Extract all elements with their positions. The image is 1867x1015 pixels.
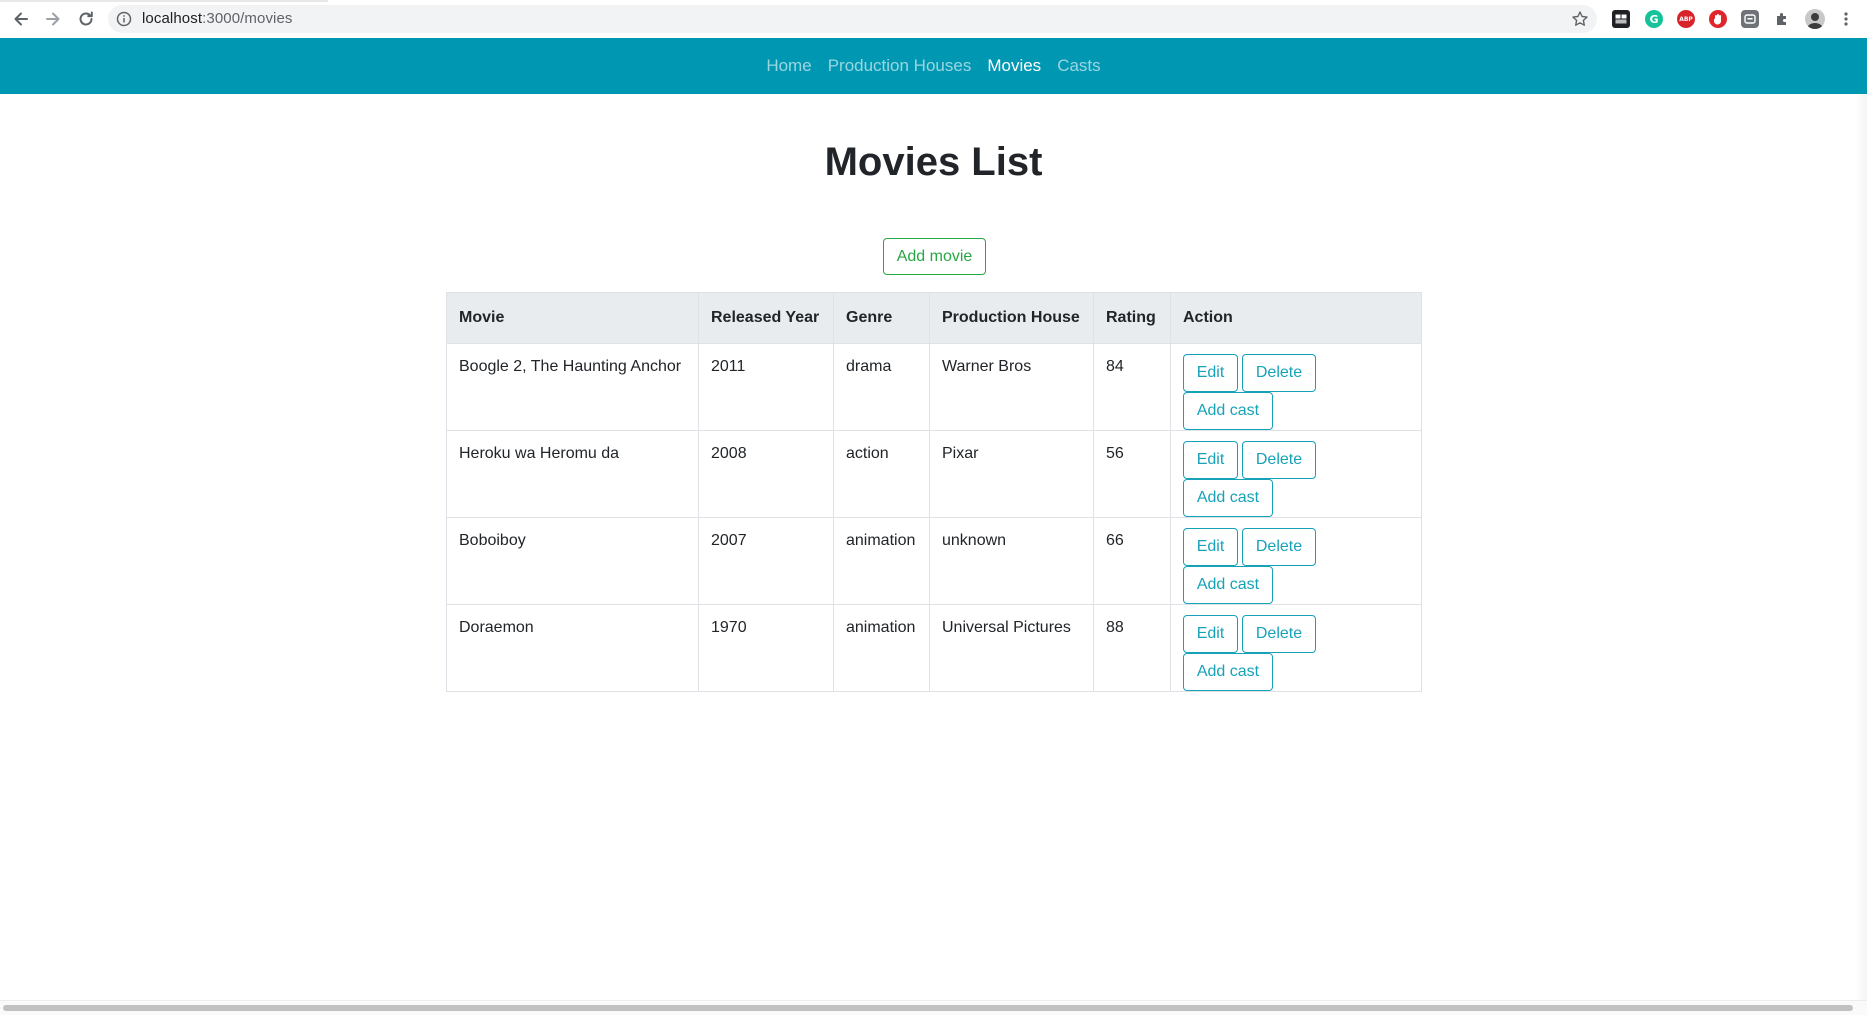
delete-button[interactable]: Delete <box>1242 615 1316 653</box>
cell-production-house: Universal Pictures <box>929 604 1094 692</box>
table-header-row: Movie Released Year Genre Production Hou… <box>446 292 1422 344</box>
extensions-puzzle-icon[interactable] <box>1773 10 1791 28</box>
table-row: Boboiboy 2007 animation unknown 66 Edit D… <box>446 517 1422 605</box>
adblock-label: ABP <box>1679 15 1693 23</box>
back-icon[interactable] <box>9 7 33 31</box>
profile-avatar-icon[interactable] <box>1805 9 1825 29</box>
nav-casts[interactable]: Casts <box>1049 56 1108 76</box>
cell-genre: animation <box>833 517 930 605</box>
header-action: Action <box>1170 292 1422 344</box>
cell-genre: animation <box>833 604 930 692</box>
add-movie-button[interactable]: Add movie <box>883 238 986 275</box>
main-navbar: Home Production Houses Movies Casts <box>0 38 1867 94</box>
edit-button[interactable]: Edit <box>1183 441 1238 479</box>
nav-production-houses[interactable]: Production Houses <box>820 56 980 76</box>
cell-actions: Edit DeleteAdd cast <box>1170 343 1422 431</box>
horizontal-scrollbar[interactable] <box>0 1000 1867 1015</box>
cell-year: 2008 <box>698 430 834 518</box>
address-bar[interactable]: localhost:3000/movies <box>108 5 1597 33</box>
add-cast-button[interactable]: Add cast <box>1183 392 1273 430</box>
cell-actions: Edit DeleteAdd cast <box>1170 430 1422 518</box>
table-row: Doraemon 1970 animation Universal Pictur… <box>446 604 1422 692</box>
cell-rating: 56 <box>1093 430 1171 518</box>
cell-production-house: unknown <box>929 517 1094 605</box>
delete-button[interactable]: Delete <box>1242 441 1316 479</box>
grammarly-label: G <box>1649 12 1659 26</box>
cell-movie: Boogle 2, The Haunting Anchor <box>446 343 699 431</box>
reload-icon[interactable] <box>74 7 98 31</box>
grammarly-icon[interactable]: G <box>1645 10 1663 28</box>
cell-actions: Edit DeleteAdd cast <box>1170 604 1422 692</box>
cell-movie: Heroku wa Heromu da <box>446 430 699 518</box>
cell-movie: Doraemon <box>446 604 699 692</box>
url-path: :3000/movies <box>202 10 293 27</box>
edit-button[interactable]: Edit <box>1183 528 1238 566</box>
menu-kebab-icon[interactable] <box>1837 10 1855 28</box>
tab-indicator <box>0 0 328 2</box>
movies-table: Movie Released Year Genre Production Hou… <box>446 292 1422 692</box>
url-text[interactable]: localhost:3000/movies <box>142 10 293 27</box>
cell-year: 2011 <box>698 343 834 431</box>
cell-movie: Boboiboy <box>446 517 699 605</box>
cell-production-house: Warner Bros <box>929 343 1094 431</box>
header-production-house: Production House <box>929 292 1094 344</box>
add-cast-button[interactable]: Add cast <box>1183 653 1273 691</box>
cell-actions: Edit DeleteAdd cast <box>1170 517 1422 605</box>
add-cast-button[interactable]: Add cast <box>1183 566 1273 604</box>
scrollbar-thumb[interactable] <box>3 1005 1853 1011</box>
cell-rating: 84 <box>1093 343 1171 431</box>
adblock-plus-icon[interactable]: ABP <box>1677 10 1695 28</box>
cell-rating: 88 <box>1093 604 1171 692</box>
table-row: Boogle 2, The Haunting Anchor 2011 drama… <box>446 343 1422 431</box>
cell-rating: 66 <box>1093 517 1171 605</box>
add-cast-button[interactable]: Add cast <box>1183 479 1273 517</box>
bookmark-star-icon[interactable] <box>1571 10 1589 28</box>
header-released-year: Released Year <box>698 292 834 344</box>
screen-capture-icon[interactable] <box>1741 10 1759 28</box>
delete-button[interactable]: Delete <box>1242 528 1316 566</box>
table-row: Heroku wa Heromu da 2008 action Pixar 56… <box>446 430 1422 518</box>
header-rating: Rating <box>1093 292 1171 344</box>
cell-genre: action <box>833 430 930 518</box>
cell-production-house: Pixar <box>929 430 1094 518</box>
site-info-icon[interactable] <box>116 11 132 27</box>
edit-button[interactable]: Edit <box>1183 354 1238 392</box>
header-movie: Movie <box>446 292 699 344</box>
browser-toolbar: localhost:3000/movies G ABP <box>0 0 1867 39</box>
edit-button[interactable]: Edit <box>1183 615 1238 653</box>
cell-genre: drama <box>833 343 930 431</box>
vertical-scroll-edge <box>1855 94 1867 1000</box>
page-title: Movies List <box>824 140 1043 184</box>
tab-icon[interactable] <box>1612 10 1630 28</box>
hand-stop-icon[interactable] <box>1709 10 1727 28</box>
header-genre: Genre <box>833 292 930 344</box>
forward-icon[interactable] <box>41 7 65 31</box>
url-host: localhost <box>142 10 203 27</box>
nav-home[interactable]: Home <box>758 56 819 76</box>
cell-year: 1970 <box>698 604 834 692</box>
cell-year: 2007 <box>698 517 834 605</box>
nav-movies[interactable]: Movies <box>979 56 1049 76</box>
delete-button[interactable]: Delete <box>1242 354 1316 392</box>
